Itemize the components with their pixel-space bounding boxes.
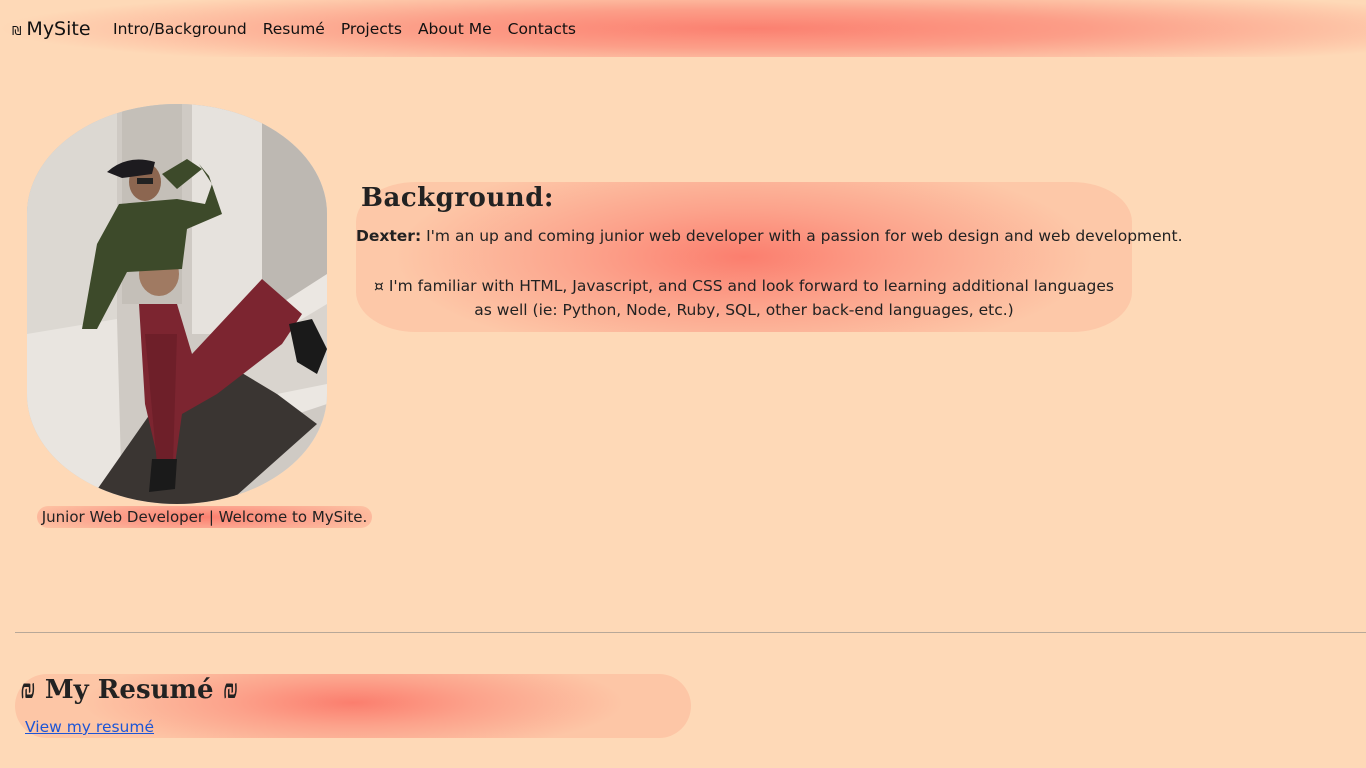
developer-name: Dexter: [356, 227, 422, 245]
nav-link-projects[interactable]: Projects [341, 20, 402, 38]
background-intro-text: I'm an up and coming junior web develope… [421, 227, 1183, 245]
hero-caption: Junior Web Developer | Welcome to MySite… [37, 506, 372, 528]
background-title: Background: [361, 183, 554, 213]
profile-photo-illustration [27, 104, 327, 504]
section-divider [15, 632, 1366, 633]
nav-link-about[interactable]: About Me [418, 20, 492, 38]
nav-link-contacts[interactable]: Contacts [508, 20, 576, 38]
brand-symbol: ₪ [12, 23, 22, 38]
nav-link-intro[interactable]: Intro/Background [113, 20, 247, 38]
background-skills: ¤ I'm familiar with HTML, Javascript, an… [356, 274, 1132, 322]
nav-link-resume[interactable]: Resumé [263, 20, 325, 38]
resume-title: ₪ My Resumé ₪ [20, 675, 239, 705]
brand-label: MySite [26, 18, 91, 40]
nav-links: Intro/Background Resumé Projects About M… [113, 20, 592, 38]
background-intro: Dexter: I'm an up and coming junior web … [356, 227, 1183, 245]
view-resume-link[interactable]: View my resumé [25, 718, 154, 736]
profile-photo [27, 104, 327, 504]
brand-logo[interactable]: ₪ MySite [12, 18, 91, 40]
top-navbar: ₪ MySite Intro/Background Resumé Project… [0, 0, 1366, 57]
background-skills-line1: ¤ I'm familiar with HTML, Javascript, an… [374, 277, 1114, 295]
background-skills-line2: as well (ie: Python, Node, Ruby, SQL, ot… [474, 301, 1014, 319]
